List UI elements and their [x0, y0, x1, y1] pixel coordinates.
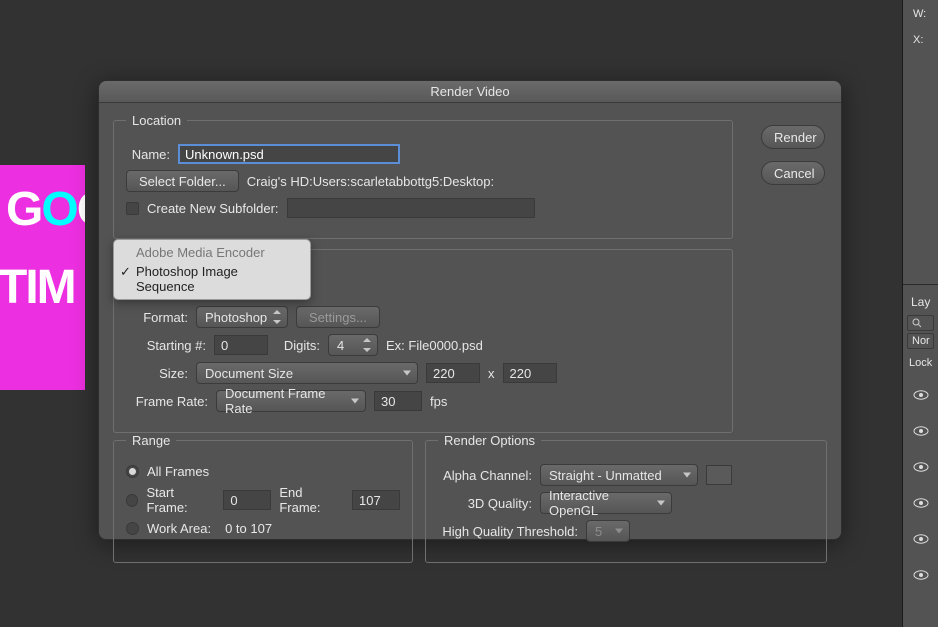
layers-search[interactable]: [907, 315, 934, 331]
layer-visibility-toggle[interactable]: [903, 485, 938, 521]
start-frame-radio[interactable]: [126, 494, 138, 507]
select-folder-button[interactable]: Select Folder...: [126, 170, 239, 192]
all-frames-label: All Frames: [147, 464, 209, 479]
size-select-value: Document Size: [205, 366, 293, 381]
quality-select[interactable]: Interactive OpenGL: [540, 492, 672, 514]
starting-number-label: Starting #:: [126, 338, 206, 353]
frame-rate-select[interactable]: Document Frame Rate: [216, 390, 366, 412]
range-legend: Range: [126, 433, 176, 448]
caret-down-icon: [657, 501, 665, 506]
render-button[interactable]: Render: [761, 125, 825, 149]
starting-number-input[interactable]: [214, 335, 268, 355]
start-frame-input[interactable]: [223, 490, 271, 510]
canvas-glyph: O: [41, 183, 76, 236]
width-input[interactable]: [426, 363, 480, 383]
end-frame-input[interactable]: [352, 490, 400, 510]
eye-icon: [913, 498, 929, 508]
canvas-glyph: O: [77, 183, 85, 236]
work-area-radio[interactable]: [126, 522, 139, 535]
dialog-title: Render Video: [99, 81, 841, 103]
eye-icon: [913, 462, 929, 472]
caret-down-icon: [403, 371, 411, 376]
caret-down-icon: [273, 320, 281, 324]
create-subfolder-label: Create New Subfolder:: [147, 201, 279, 216]
work-area-text: 0 to 107: [225, 521, 272, 536]
all-frames-radio[interactable]: [126, 465, 139, 478]
caret-down-icon: [615, 529, 623, 534]
alpha-channel-value: Straight - Unmatted: [549, 468, 662, 483]
layer-visibility-toggle[interactable]: [903, 557, 938, 593]
format-label: Format:: [126, 310, 188, 325]
height-input[interactable]: [503, 363, 557, 383]
name-label: Name:: [126, 147, 170, 162]
right-panels: W: X: Lay Nor Lock: [902, 0, 938, 627]
digits-select[interactable]: 4: [328, 334, 378, 356]
render-options-group: Render Options Alpha Channel: Straight -…: [425, 433, 827, 563]
checkmark-icon: ✓: [120, 264, 131, 280]
size-label: Size:: [126, 366, 188, 381]
format-select-value: Photoshop: [205, 310, 267, 325]
transform-x-label: X:: [903, 32, 938, 48]
frame-rate-select-value: Document Frame Rate: [225, 386, 345, 416]
quality-value: Interactive OpenGL: [549, 488, 651, 518]
alpha-channel-select[interactable]: Straight - Unmatted: [540, 464, 698, 486]
lock-label: Lock: [903, 355, 938, 371]
tab-layers[interactable]: Lay: [903, 291, 938, 313]
encoder-option-ame: Adobe Media Encoder: [114, 243, 310, 262]
create-subfolder-checkbox[interactable]: [126, 202, 139, 215]
digits-label: Digits:: [276, 338, 320, 353]
transform-w-label: W:: [903, 6, 938, 22]
filename-example: Ex: File0000.psd: [386, 338, 483, 353]
format-select[interactable]: Photoshop: [196, 306, 288, 328]
canvas-glyph: G: [6, 183, 41, 236]
layer-visibility-toggle[interactable]: [903, 521, 938, 557]
range-group: Range All Frames Start Frame: End Frame:…: [113, 433, 413, 563]
blend-mode-select[interactable]: Nor: [907, 333, 934, 349]
hq-threshold-select: 5: [586, 520, 630, 542]
quality-label: 3D Quality:: [438, 496, 532, 511]
cancel-button[interactable]: Cancel: [761, 161, 825, 185]
size-select[interactable]: Document Size: [196, 362, 418, 384]
document-canvas: GOO TIM: [0, 165, 85, 390]
layer-visibility-toggle[interactable]: [903, 413, 938, 449]
encoder-option-label: Photoshop Image Sequence: [136, 264, 238, 294]
caret-down-icon: [363, 348, 371, 352]
encoder-option-image-sequence[interactable]: ✓ Photoshop Image Sequence: [114, 262, 310, 296]
caret-down-icon: [683, 473, 691, 478]
canvas-glyph: TIM: [0, 265, 75, 311]
x-separator: x: [488, 366, 495, 381]
layer-visibility-toggle[interactable]: [903, 449, 938, 485]
frame-rate-label: Frame Rate:: [126, 394, 208, 409]
caret-up-icon: [273, 310, 281, 314]
hq-threshold-label: High Quality Threshold:: [438, 524, 578, 539]
caret-up-icon: [363, 338, 371, 342]
work-area-label: Work Area:: [147, 521, 211, 536]
name-input[interactable]: [178, 144, 400, 164]
eye-icon: [913, 534, 929, 544]
search-icon: [912, 318, 922, 328]
eye-icon: [913, 390, 929, 400]
location-legend: Location: [126, 113, 187, 128]
folder-path: Craig's HD:Users:scarletabbottg5:Desktop…: [247, 174, 494, 189]
caret-down-icon: [351, 399, 359, 404]
render-video-dialog: Render Video Render Cancel Location Name…: [98, 80, 842, 540]
end-frame-label: End Frame:: [279, 485, 344, 515]
eye-icon: [913, 570, 929, 580]
matte-color-swatch[interactable]: [706, 465, 732, 485]
settings-button: Settings...: [296, 306, 380, 328]
output-settings-group: Adobe Media Encoder ✓ Photoshop Image Se…: [113, 249, 733, 433]
start-frame-label: Start Frame:: [146, 485, 215, 515]
alpha-channel-label: Alpha Channel:: [438, 468, 532, 483]
encoder-dropdown-menu: Adobe Media Encoder ✓ Photoshop Image Se…: [113, 239, 311, 300]
subfolder-input[interactable]: [287, 198, 535, 218]
render-options-legend: Render Options: [438, 433, 541, 448]
fps-unit: fps: [430, 394, 447, 409]
fps-input[interactable]: [374, 391, 422, 411]
digits-select-value: 4: [337, 338, 344, 353]
hq-threshold-value: 5: [595, 524, 602, 539]
eye-icon: [913, 426, 929, 436]
layer-visibility-toggle[interactable]: [903, 377, 938, 413]
location-group: Location Name: Select Folder... Craig's …: [113, 113, 733, 239]
